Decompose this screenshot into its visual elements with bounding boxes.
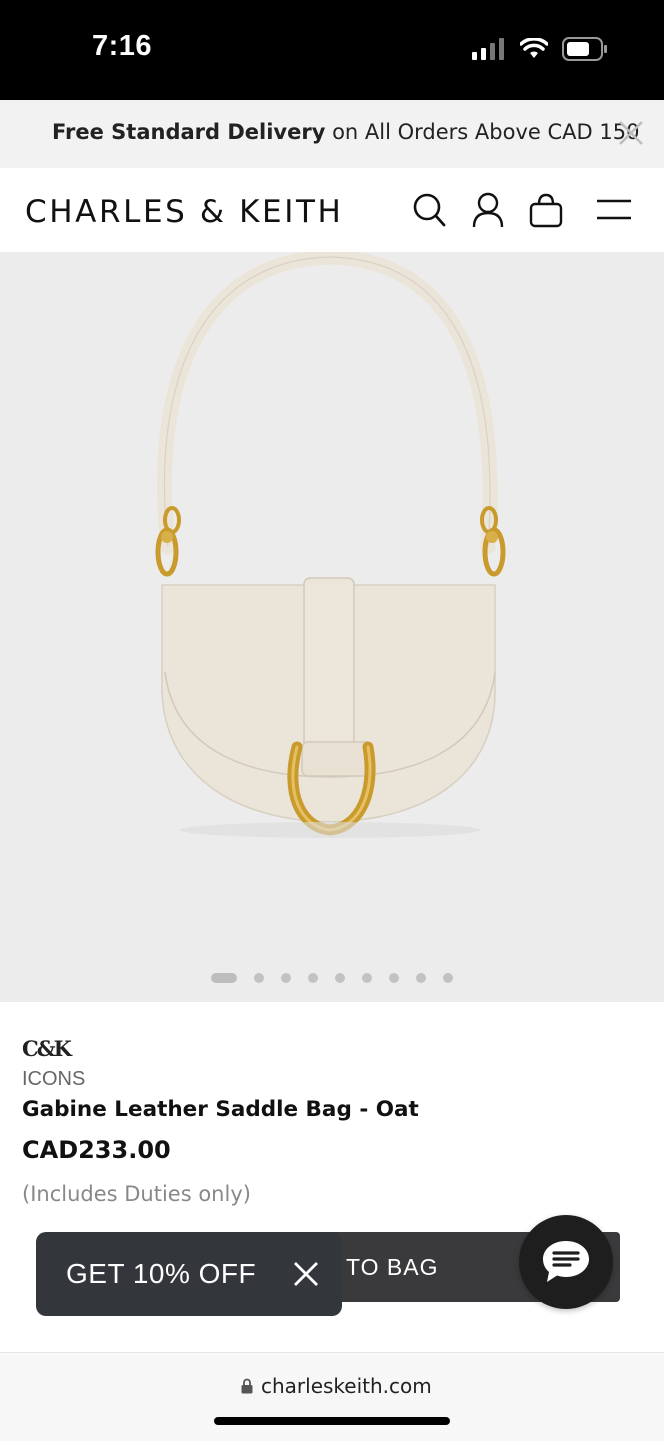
address-bar[interactable]: charleskeith.com: [241, 1374, 432, 1398]
account-icon[interactable]: [471, 192, 505, 228]
saddle-bag-illustration: [155, 249, 506, 838]
wifi-icon: [520, 38, 548, 58]
promo-banner: Free Standard Delivery on All Orders Abo…: [0, 100, 664, 168]
status-icons: [472, 37, 608, 61]
product-image[interactable]: [0, 249, 664, 1002]
carousel-dot-active[interactable]: [211, 973, 237, 983]
home-indicator[interactable]: [214, 1417, 450, 1425]
chat-button[interactable]: [519, 1215, 613, 1309]
discount-label: GET 10% OFF: [66, 1258, 257, 1289]
add-to-bag-label: TO BAG: [346, 1254, 439, 1280]
carousel-dot[interactable]: [389, 973, 399, 983]
brand-logo[interactable]: CHARLES & KEITH: [25, 194, 343, 230]
promo-rest: on All Orders Above CAD 150: [325, 120, 640, 144]
close-icon[interactable]: [618, 120, 644, 146]
image-carousel-dots: [211, 973, 470, 983]
chat-icon: [543, 1241, 589, 1282]
duties-note: (Includes Duties only): [22, 1182, 251, 1206]
carousel-dot[interactable]: [416, 973, 426, 983]
lock-icon: [241, 1378, 253, 1394]
carousel-dot[interactable]: [443, 973, 453, 983]
product-price: CAD233.00: [22, 1136, 171, 1164]
status-bar: 7:16: [0, 0, 664, 100]
promo-bold: Free Standard Delivery: [52, 120, 326, 144]
signal-icon: [472, 38, 504, 60]
brand-mark: C&K: [22, 1036, 72, 1061]
collection-label[interactable]: ICONS: [22, 1068, 85, 1091]
url-text: charleskeith.com: [261, 1374, 432, 1398]
bag-icon[interactable]: [529, 192, 563, 228]
close-icon[interactable]: [292, 1260, 320, 1288]
search-icon[interactable]: [412, 192, 446, 228]
product-name: Gabine Leather Saddle Bag - Oat: [22, 1097, 419, 1122]
carousel-dot[interactable]: [335, 973, 345, 983]
carousel-dot[interactable]: [308, 973, 318, 983]
carousel-dot[interactable]: [281, 973, 291, 983]
battery-icon: [562, 37, 607, 61]
discount-popup[interactable]: GET 10% OFF: [36, 1232, 342, 1316]
promo-text: Free Standard Delivery on All Orders Abo…: [52, 120, 639, 144]
status-time: 7:16: [92, 30, 153, 62]
carousel-dot[interactable]: [362, 973, 372, 983]
menu-icon[interactable]: [596, 192, 632, 228]
carousel-dot[interactable]: [254, 973, 264, 983]
